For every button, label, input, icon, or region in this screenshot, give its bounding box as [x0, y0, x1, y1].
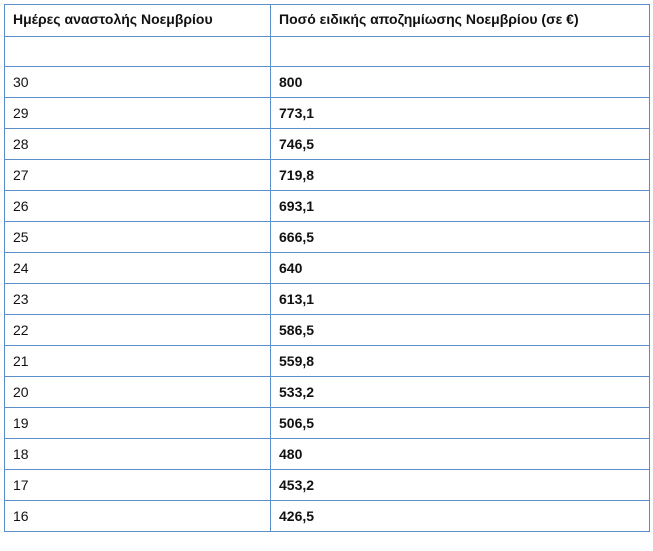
table-row: 26 693,1 [4, 190, 650, 222]
table-row: 16 426,5 [4, 500, 650, 532]
table-row: 25 666,5 [4, 221, 650, 253]
cell-days: 21 [4, 345, 271, 377]
cell-days: 24 [4, 252, 271, 284]
cell-days: 20 [4, 376, 271, 408]
cell-amount: 586,5 [270, 314, 650, 346]
cell-amount: 559,8 [270, 345, 650, 377]
cell-amount: 773,1 [270, 97, 650, 129]
cell-days: 26 [4, 190, 271, 222]
cell-days: 17 [4, 469, 271, 501]
table-row: 23 613,1 [4, 283, 650, 315]
cell-amount [270, 36, 650, 67]
compensation-table-container: Ημέρες αναστολής Νοεμβρίου Ποσό ειδικής … [4, 4, 650, 532]
cell-days: 30 [4, 66, 271, 98]
cell-amount: 693,1 [270, 190, 650, 222]
table-row: 20 533,2 [4, 376, 650, 408]
table-row: 28 746,5 [4, 128, 650, 160]
header-amount: Ποσό ειδικής αποζημίωσης Νοεμβρίου (σε €… [270, 4, 650, 37]
cell-days: 28 [4, 128, 271, 160]
table-row: 17 453,2 [4, 469, 650, 501]
cell-days: 25 [4, 221, 271, 253]
table-row: 18 480 [4, 438, 650, 470]
cell-amount: 666,5 [270, 221, 650, 253]
cell-amount: 800 [270, 66, 650, 98]
header-days: Ημέρες αναστολής Νοεμβρίου [4, 4, 271, 37]
table-row [4, 36, 650, 67]
cell-days: 16 [4, 500, 271, 532]
cell-days: 18 [4, 438, 271, 470]
cell-amount: 426,5 [270, 500, 650, 532]
cell-amount: 746,5 [270, 128, 650, 160]
cell-days [4, 36, 271, 67]
table-row: 27 719,8 [4, 159, 650, 191]
cell-days: 19 [4, 407, 271, 439]
compensation-table: Ημέρες αναστολής Νοεμβρίου Ποσό ειδικής … [4, 4, 650, 532]
cell-days: 29 [4, 97, 271, 129]
cell-amount: 480 [270, 438, 650, 470]
cell-amount: 506,5 [270, 407, 650, 439]
cell-days: 22 [4, 314, 271, 346]
cell-amount: 640 [270, 252, 650, 284]
cell-days: 23 [4, 283, 271, 315]
table-row: 21 559,8 [4, 345, 650, 377]
cell-days: 27 [4, 159, 271, 191]
cell-amount: 719,8 [270, 159, 650, 191]
table-row: 24 640 [4, 252, 650, 284]
table-row: 22 586,5 [4, 314, 650, 346]
table-row: 29 773,1 [4, 97, 650, 129]
table-row: 19 506,5 [4, 407, 650, 439]
cell-amount: 453,2 [270, 469, 650, 501]
table-row: 30 800 [4, 66, 650, 98]
cell-amount: 613,1 [270, 283, 650, 315]
table-header-row: Ημέρες αναστολής Νοεμβρίου Ποσό ειδικής … [4, 4, 650, 37]
cell-amount: 533,2 [270, 376, 650, 408]
